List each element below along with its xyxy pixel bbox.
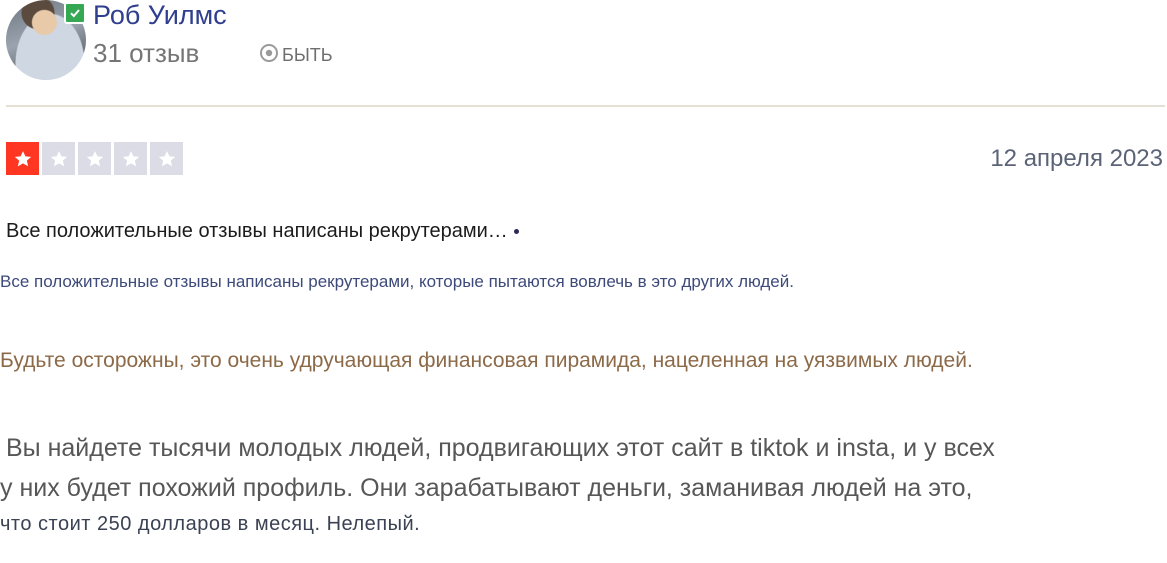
bullet-dot — [513, 229, 519, 235]
star-icon — [42, 142, 75, 175]
review-count: 31 отзыв — [93, 38, 200, 68]
review-card: Роб Уилмс 31 отзыв БЫТЬ 12 апреля 2023 В… — [0, 0, 1167, 563]
review-paragraph: Все положительные отзывы написаны рекрут… — [0, 272, 794, 291]
star-icon — [114, 142, 147, 175]
review-paragraph-line: что стоит 250 долларов в месяц. Нелепый. — [0, 513, 421, 535]
location-code: БЫТЬ — [282, 45, 333, 65]
review-date: 12 апреля 2023 — [990, 145, 1163, 172]
verified-check-icon — [64, 2, 86, 24]
review-paragraph: Вы найдете тысячи молодых людей, продвиг… — [0, 428, 995, 540]
reviewer-location: БЫТЬ — [258, 42, 333, 69]
reviewer-name[interactable]: Роб Уилмс — [93, 0, 227, 31]
star-icon — [78, 142, 111, 175]
review-title-text: Все положительные отзывы написаны рекрут… — [6, 220, 508, 242]
star-icon — [150, 142, 183, 175]
divider — [6, 105, 1165, 107]
star-icon — [6, 142, 39, 175]
review-paragraph-line: у них будет похожий профиль. Они зарабат… — [0, 474, 973, 502]
location-pin-icon — [258, 42, 280, 69]
review-paragraph: Будьте осторожны, это очень удручающая ф… — [0, 349, 973, 372]
star-rating — [6, 142, 183, 175]
review-title[interactable]: Все положительные отзывы написаны рекрут… — [6, 220, 519, 243]
review-paragraph-line: Вы найдете тысячи молодых людей, продвиг… — [6, 434, 995, 462]
